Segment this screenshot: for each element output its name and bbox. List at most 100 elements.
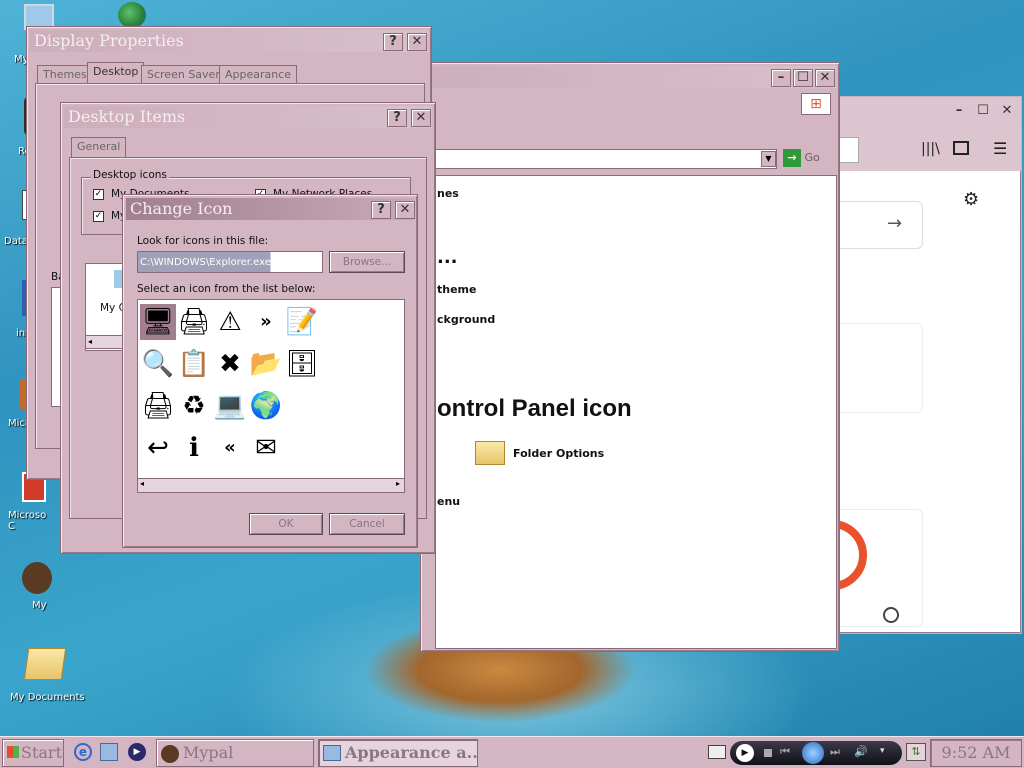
volume-icon[interactable]: 🔊 [854,745,868,758]
desktop-icon-monkey[interactable]: My [18,560,58,620]
my-computer-checkbox[interactable]: ✓ [93,211,104,222]
icon-list-scrollbar[interactable]: ◂ ▸ [138,478,404,492]
file-label: Look for icons in this file: [137,235,269,247]
search-box[interactable] [837,201,923,249]
printer-icon[interactable]: 🖨 [140,388,176,424]
tab-desktop[interactable]: Desktop [87,62,145,83]
change-icon-dialog[interactable]: Change Icon ? ✕ Look for icons in this f… [122,194,418,548]
media-center-icon[interactable] [802,742,824,764]
list-label: Select an icon from the list below: [137,283,316,295]
fast-forward-icon[interactable]: » [248,304,284,340]
media-dropdown-icon[interactable]: ▾ [880,746,885,756]
maximize-button[interactable]: ☐ [973,103,993,121]
go-arrow-icon: → [783,149,801,167]
desktop-icon-label: My Documents [10,692,85,703]
quicklaunch-media-icon[interactable]: ▶ [128,743,146,761]
cancel-button[interactable]: Cancel [329,513,405,535]
content-fragment[interactable]: theme [437,283,476,296]
start-button[interactable]: Start [2,739,64,767]
close-button[interactable]: ✕ [395,201,415,219]
envelope-icon[interactable]: ✉ [248,430,284,466]
my-documents-checkbox[interactable]: ✓ [93,189,104,200]
content-heading: ontrol Panel icon [437,395,632,422]
history-icon[interactable] [883,607,899,623]
preview-scrollbar[interactable]: ◂ [85,335,125,349]
search-folder-icon[interactable]: 🔍 [140,346,176,382]
sidebar-icon[interactable] [953,141,969,155]
back-icon[interactable]: ↩ [140,430,176,466]
library-icon[interactable]: |||\ [921,141,940,157]
tab-appearance[interactable]: Appearance [219,65,298,83]
browser-window[interactable]: – ☐ ✕ |||\ ☰ ⚙ → [836,96,1022,634]
printer-help-icon[interactable]: 🖨 [176,304,212,340]
maximize-button[interactable]: ☐ [793,69,813,87]
error-icon[interactable]: ✖ [212,346,248,382]
word-document-icon[interactable]: 📝 [284,304,320,340]
keyboard-icon[interactable] [708,745,726,759]
address-bar-end[interactable] [837,137,859,163]
globe-icon[interactable]: 🌍 [248,388,284,424]
content-fragment[interactable]: ckground [437,313,495,326]
scroll-right-icon[interactable]: ▸ [396,479,400,488]
arrow-right-icon[interactable]: → [887,213,902,234]
folder-options-link[interactable]: Folder Options [513,447,604,460]
content-fragment: ... [437,247,458,268]
rewind-icon[interactable]: « [212,430,248,466]
start-label: Start [21,743,63,762]
info-icon[interactable]: ℹ [176,430,212,466]
address-dropdown-icon[interactable]: ▼ [761,151,776,167]
computer-monitor-icon[interactable]: 💻 [212,388,248,424]
quicklaunch-explorer-icon[interactable] [100,743,118,761]
open-folder-icon[interactable]: 📂 [248,346,284,382]
network-drive-icon[interactable]: 📋 [176,346,212,382]
help-button[interactable]: ? [387,109,407,127]
pocket-tile[interactable] [837,509,923,627]
taskbar-button-mypal[interactable]: Mypal [156,739,314,767]
quicklaunch-ie-icon[interactable]: e [74,743,92,761]
computer-icon[interactable]: 🖥 [140,304,176,340]
desktop-icon-my-documents[interactable]: My Documents [8,642,88,706]
stop-icon[interactable] [764,749,772,757]
taskbar: Start e ▶ Mypal Appearance a... ▶ ⏮ ⏭ 🔊 … [0,736,1024,768]
address-field[interactable] [435,149,777,169]
play-icon[interactable]: ▶ [736,744,754,762]
tab-screen-saver[interactable]: Screen Saver [141,65,226,83]
close-button[interactable]: ✕ [411,109,431,127]
control-panel-window[interactable]: – ☐ ✕ ⊞ ▼ → Go nes ... theme ckground on… [420,62,840,652]
menu-icon[interactable]: ☰ [993,139,1007,158]
file-path-input[interactable] [137,251,323,273]
icon-list[interactable]: 🖥 🖨 ⚠» 📝 🔍 📋 ✖ 📂 🗄 🖨 ♻ 💻 🌍 ↩ ℹ «✉ ◂ ▸ [137,299,405,493]
gear-icon[interactable]: ⚙ [963,189,979,210]
media-toolbar[interactable]: ▶ ⏮ ⏭ 🔊 ▾ [730,741,902,765]
task-label: Mypal [183,743,234,762]
browse-button[interactable]: Browse... [329,251,405,273]
desktop-icons-group-label: Desktop icons [91,169,169,181]
content-fragment[interactable]: enu [437,495,460,508]
minimize-button[interactable]: – [949,103,969,121]
desktop-icon-microsoft-c[interactable]: Microso C [8,470,48,540]
help-button[interactable]: ? [371,201,391,219]
close-button[interactable]: ✕ [997,103,1017,121]
warning-icon[interactable]: ⚠ [212,304,248,340]
ok-button[interactable]: OK [249,513,323,535]
monkey-icon [22,562,52,594]
taskbar-button-appearance[interactable]: Appearance a... [318,739,478,767]
mypal-icon [161,745,179,763]
appearance-icon [323,745,341,761]
tab-themes[interactable]: Themes [37,65,93,83]
close-button[interactable]: ✕ [815,69,835,87]
close-button[interactable]: ✕ [407,33,427,51]
server-icon[interactable]: 🗄 [284,346,320,382]
folder-icon [23,648,67,680]
prev-icon[interactable]: ⏮ [780,745,790,759]
tray-network-icon[interactable]: ⇅ [906,743,926,761]
go-button[interactable]: → Go [783,149,833,169]
recycle-icon[interactable]: ♻ [176,388,212,424]
display-properties-title: Display Properties [30,30,428,52]
tab-general[interactable]: General [71,137,127,159]
system-clock[interactable]: 9:52 AM [930,739,1022,767]
next-icon[interactable]: ⏭ [830,745,840,759]
help-button[interactable]: ? [383,33,403,51]
scroll-left-icon[interactable]: ◂ [140,479,144,488]
minimize-button[interactable]: – [771,69,791,87]
